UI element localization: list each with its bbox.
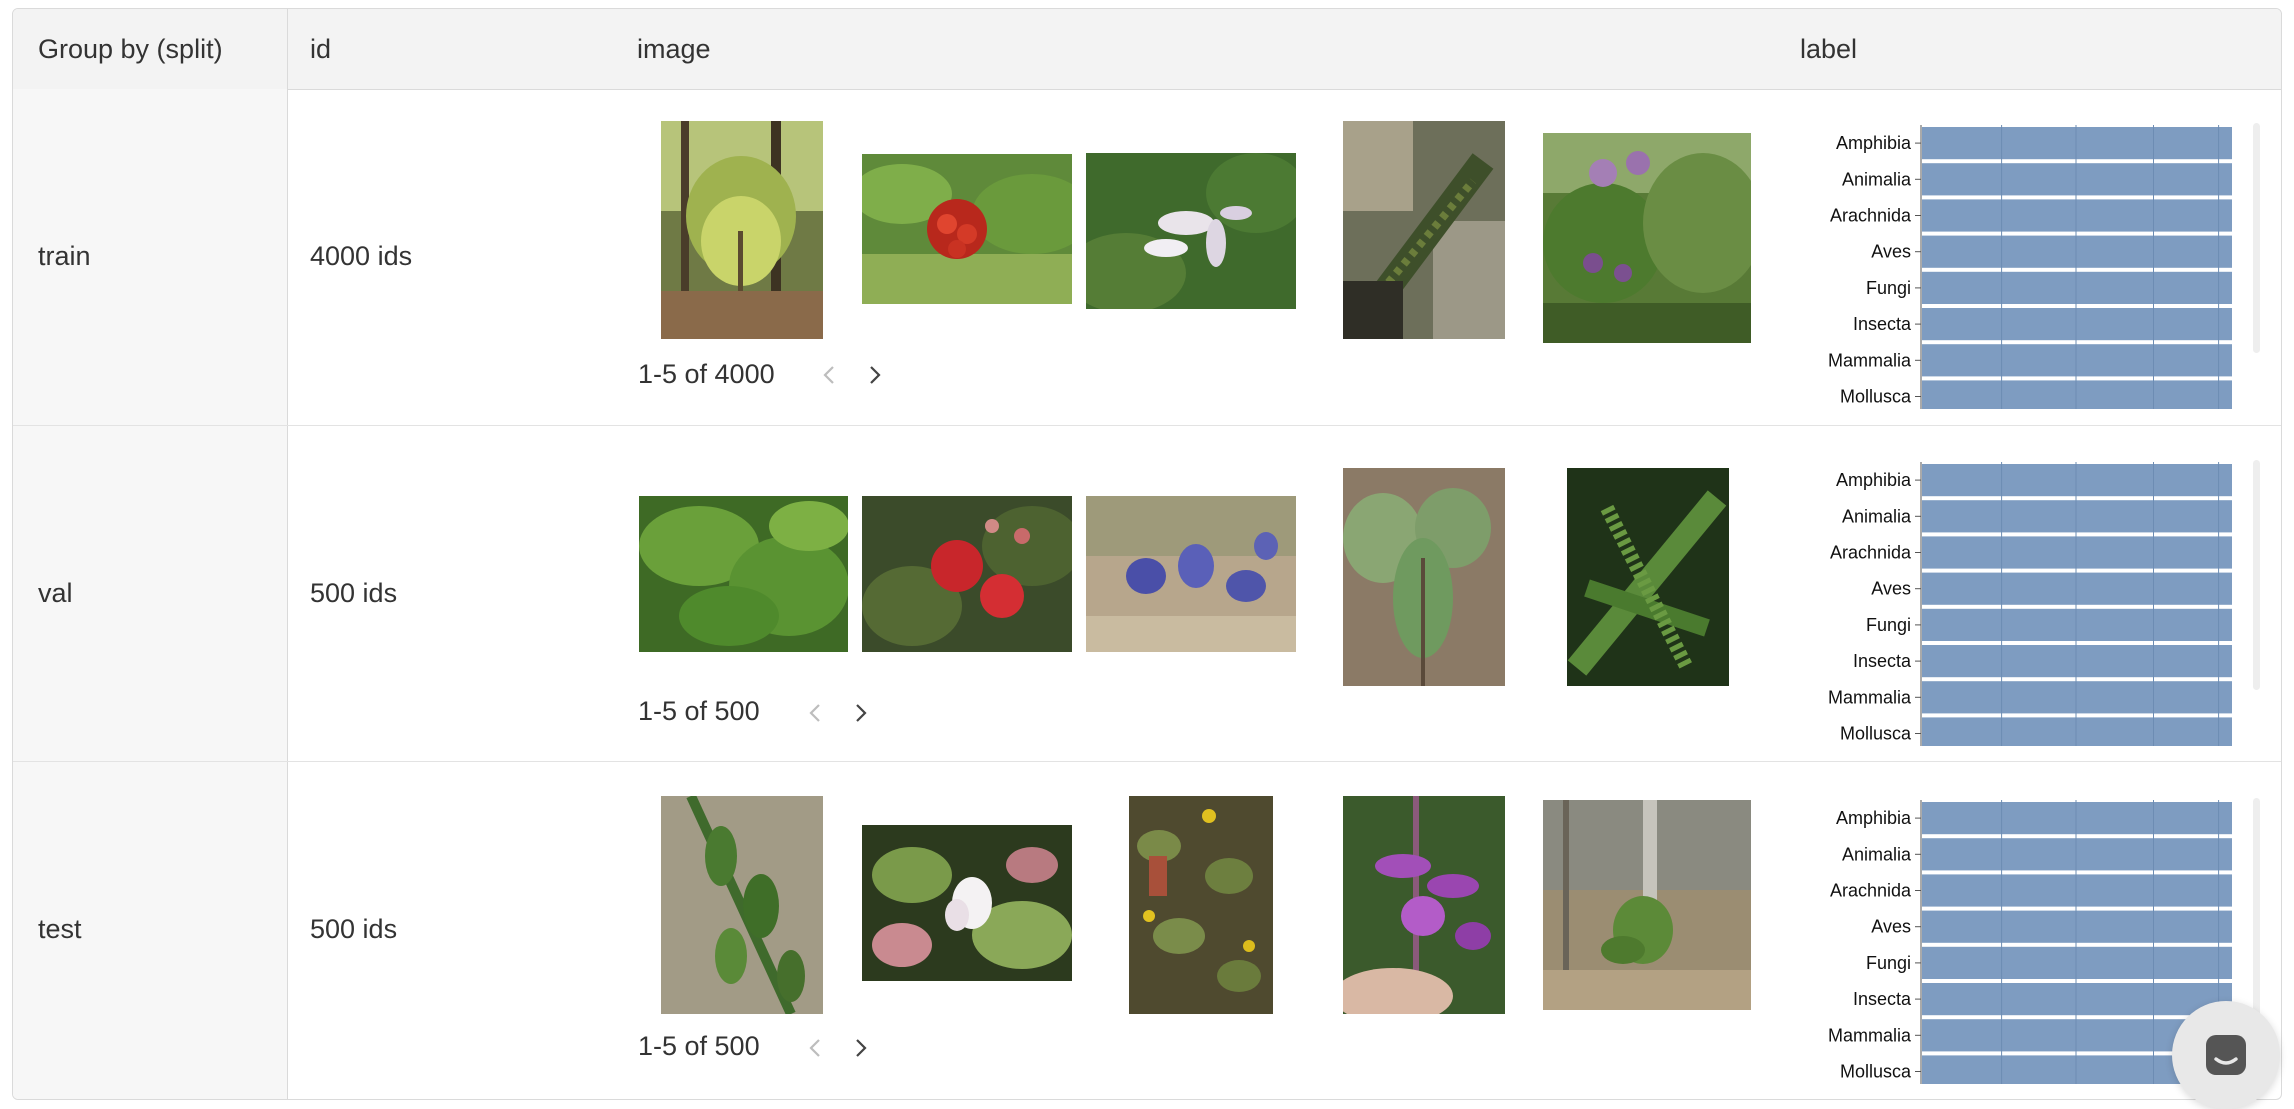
tick-label-arachnida: Arachnida	[1830, 881, 1912, 901]
bar-amphibia	[1922, 127, 2232, 160]
chart-scrollbar[interactable]	[2253, 460, 2260, 690]
header-group-by[interactable]: Group by (split)	[38, 9, 223, 89]
thumbnail-image[interactable]	[1343, 468, 1505, 686]
tick-label-fungi: Fungi	[1866, 953, 1911, 973]
tick-label-arachnida: Arachnida	[1830, 206, 1912, 226]
tick-label-mammalia: Mammalia	[1828, 1025, 1912, 1045]
split-name: val	[38, 578, 73, 608]
thumbnail-image[interactable]	[1543, 133, 1751, 343]
thumbnail-image[interactable]	[1543, 800, 1751, 1010]
tick-label-animalia: Animalia	[1842, 844, 1912, 864]
table-row: val 500 ids 1-5 of 500 Amphibia Animalia…	[13, 425, 2281, 762]
bar-arachnida	[1922, 199, 2232, 232]
chevron-left-icon[interactable]	[805, 1037, 827, 1059]
dataset-table: Group by (split) id image label train 40…	[12, 8, 2282, 1100]
thumbnail-image[interactable]	[862, 825, 1072, 981]
header-id[interactable]: id	[310, 9, 331, 89]
chevron-right-icon[interactable]	[849, 1037, 871, 1059]
tick-label-animalia: Animalia	[1842, 506, 1912, 526]
bar-arachnida	[1922, 536, 2232, 569]
bar-fungi	[1922, 608, 2232, 641]
thumbnail-image[interactable]	[1086, 153, 1296, 309]
header-image[interactable]: image	[637, 9, 711, 89]
tick-label-mollusca: Mollusca	[1840, 387, 1912, 407]
bar-aves	[1922, 910, 2232, 943]
tick-label-mammalia: Mammalia	[1828, 350, 1912, 370]
tick-label-amphibia: Amphibia	[1836, 133, 1912, 153]
bar-amphibia	[1922, 464, 2232, 497]
bar-amphibia	[1922, 802, 2232, 835]
thumbnail-image[interactable]	[862, 496, 1072, 652]
pagination-label: 1-5 of 500	[638, 1031, 760, 1061]
bar-mammalia	[1922, 344, 2232, 377]
bar-insecta	[1922, 645, 2232, 678]
bar-insecta	[1922, 983, 2232, 1016]
bar-arachnida	[1922, 874, 2232, 907]
table-header: Group by (split) id image label	[13, 9, 2281, 90]
tick-label-insecta: Insecta	[1853, 314, 1912, 334]
bar-mollusca	[1922, 380, 2232, 409]
bar-aves	[1922, 235, 2232, 268]
bar-fungi	[1922, 946, 2232, 979]
tick-label-animalia: Animalia	[1842, 169, 1912, 189]
split-name: train	[38, 241, 91, 271]
bar-fungi	[1922, 271, 2232, 304]
thumbnail-image[interactable]	[1343, 121, 1505, 339]
bar-insecta	[1922, 308, 2232, 341]
tick-label-fungi: Fungi	[1866, 278, 1911, 298]
chevron-right-icon[interactable]	[863, 364, 885, 386]
id-count: 500 ids	[310, 578, 398, 608]
chart-scrollbar[interactable]	[2253, 798, 2260, 1028]
tick-label-aves: Aves	[1871, 242, 1911, 262]
thumbnail-image[interactable]	[1086, 496, 1296, 652]
thumbnail-image[interactable]	[1567, 468, 1729, 686]
bar-mammalia	[1922, 681, 2232, 714]
thumbnail-image[interactable]	[661, 121, 823, 339]
thumbnail-image[interactable]	[1343, 796, 1505, 1014]
tick-label-aves: Aves	[1871, 917, 1911, 937]
tick-label-aves: Aves	[1871, 579, 1911, 599]
thumbnail-image[interactable]	[1129, 796, 1273, 1014]
split-name: test	[38, 914, 82, 944]
tick-label-fungi: Fungi	[1866, 615, 1911, 635]
tick-label-amphibia: Amphibia	[1836, 808, 1912, 828]
bar-mollusca	[1922, 717, 2232, 746]
thumbnail-image[interactable]	[862, 154, 1072, 304]
tick-label-mammalia: Mammalia	[1828, 687, 1912, 707]
thumbnail-image[interactable]	[661, 796, 823, 1014]
table-row: train 4000 ids 1-5 of 4000 Amphibia Anim…	[13, 89, 2281, 425]
thumbnail-image[interactable]	[639, 496, 848, 652]
chart-scrollbar[interactable]	[2253, 123, 2260, 353]
chevron-left-icon[interactable]	[805, 702, 827, 724]
pagination-label: 1-5 of 4000	[638, 359, 775, 389]
chat-button[interactable]	[2172, 1001, 2280, 1109]
label-distribution-chart: Amphibia Animalia Arachnida Aves Fungi Insect…	[1828, 462, 2232, 746]
tick-label-amphibia: Amphibia	[1836, 470, 1912, 490]
id-count: 500 ids	[310, 914, 398, 944]
chevron-right-icon[interactable]	[849, 702, 871, 724]
header-label[interactable]: label	[1800, 9, 1857, 89]
chat-bubble-icon	[2206, 1035, 2246, 1075]
tick-label-insecta: Insecta	[1853, 651, 1912, 671]
pagination-label: 1-5 of 500	[638, 696, 760, 726]
table-row: test 500 ids 1-5 of 500 Amphibia Animali…	[13, 761, 2281, 1098]
bar-animalia	[1922, 500, 2232, 533]
id-count: 4000 ids	[310, 241, 413, 271]
bar-animalia	[1922, 163, 2232, 196]
chevron-left-icon[interactable]	[819, 364, 841, 386]
tick-label-insecta: Insecta	[1853, 989, 1912, 1009]
label-distribution-chart: Amphibia Animalia Arachnida Aves Fungi Insect…	[1828, 125, 2232, 409]
tick-label-mollusca: Mollusca	[1840, 724, 1912, 744]
bar-aves	[1922, 572, 2232, 605]
tick-label-arachnida: Arachnida	[1830, 543, 1912, 563]
bar-animalia	[1922, 838, 2232, 871]
tick-label-mollusca: Mollusca	[1840, 1062, 1912, 1082]
